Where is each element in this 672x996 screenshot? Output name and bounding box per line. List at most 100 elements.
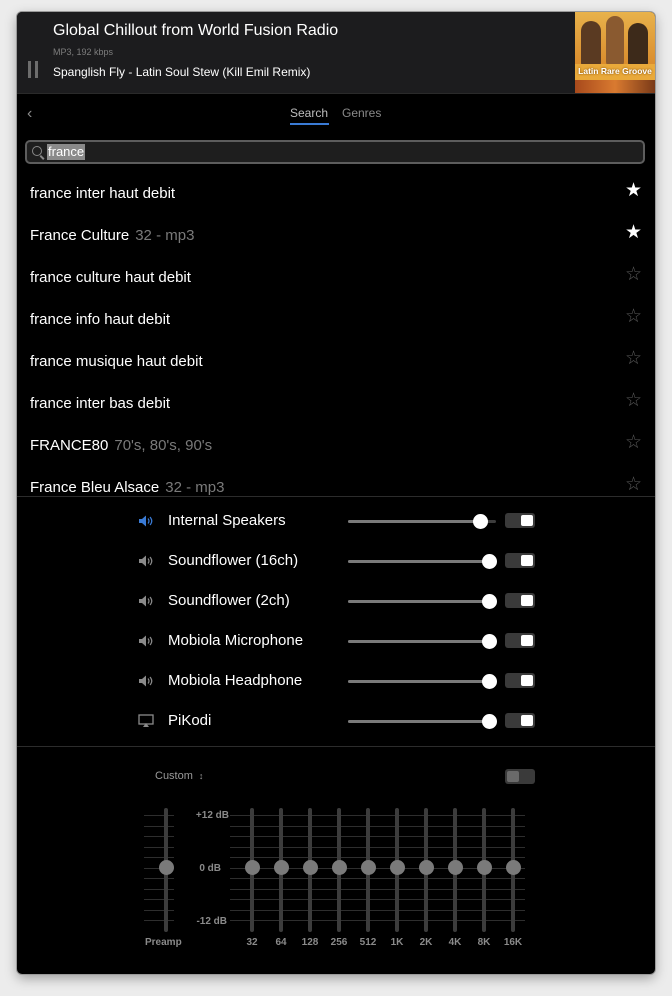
eq-band-label: 64: [275, 937, 287, 948]
eq-band-knob[interactable]: [273, 860, 289, 875]
volume-slider[interactable]: [348, 674, 497, 689]
speaker-icon: [138, 674, 154, 688]
list-item[interactable]: France Bleu Alsace 32 - mp3 ☆: [17, 466, 655, 497]
station-name-text: France Culture: [30, 227, 130, 244]
list-item[interactable]: france inter haut debit ★: [17, 172, 655, 214]
star-filled-icon[interactable]: ★: [625, 181, 642, 201]
eq-band-knob[interactable]: [331, 860, 347, 875]
output-device-row: Soundflower (16ch): [17, 542, 655, 582]
star-outline-icon[interactable]: ☆: [625, 265, 642, 285]
speaker-icon: [138, 594, 154, 608]
updown-chevron-icon: ↕: [198, 771, 204, 781]
list-item[interactable]: France Culture 32 - mp3 ★: [17, 214, 655, 256]
device-enable-toggle[interactable]: [505, 593, 535, 608]
station-name-text: france musique haut debit: [30, 353, 203, 370]
device-enable-toggle[interactable]: [505, 673, 535, 688]
station-detail: 70's, 80's, 90's: [114, 437, 213, 454]
preamp-knob[interactable]: [159, 860, 174, 875]
eq-band-knob[interactable]: [360, 860, 376, 875]
eq-band-knob[interactable]: [389, 860, 405, 875]
list-item[interactable]: FRANCE80 70's, 80's, 90's ☆: [17, 424, 655, 466]
volume-slider[interactable]: [348, 514, 496, 529]
volume-slider-knob[interactable]: [481, 714, 497, 729]
station-title: Global Chillout from World Fusion Radio: [53, 22, 339, 39]
search-input[interactable]: france: [25, 140, 645, 164]
device-name: Soundflower (2ch): [168, 592, 290, 609]
list-item[interactable]: france inter bas debit ☆: [17, 382, 655, 424]
volume-slider[interactable]: [348, 714, 497, 729]
station-name: france inter haut debit: [30, 185, 175, 202]
eq-preset-label: Custom: [155, 770, 193, 782]
eq-band-label: 32: [246, 937, 258, 948]
station-list: france inter haut debit ★ France Culture 32…: [17, 172, 655, 497]
device-name: Internal Speakers: [168, 512, 286, 529]
output-device-row: Mobiola Headphone: [17, 662, 655, 702]
eq-band-knob[interactable]: [505, 860, 521, 875]
eq-band-label: 128: [301, 937, 319, 948]
volume-slider-knob[interactable]: [481, 674, 497, 689]
eq-band-knob[interactable]: [476, 860, 492, 875]
station-name-text: france inter haut debit: [30, 185, 176, 202]
volume-slider-knob[interactable]: [481, 594, 497, 609]
star-outline-icon[interactable]: ☆: [625, 349, 642, 369]
star-filled-icon[interactable]: ★: [625, 223, 642, 243]
eq-enable-toggle[interactable]: [505, 769, 535, 784]
divider: [17, 746, 655, 747]
album-art: Latin Rare Groove: [575, 12, 655, 93]
station-name-text: FRANCE80: [30, 437, 109, 454]
list-item[interactable]: france info haut debit ☆: [17, 298, 655, 340]
album-art-text: Latin Rare Groove: [578, 66, 652, 76]
speaker-icon: [138, 514, 154, 528]
eq-db-label-min: -12 dB: [196, 916, 227, 927]
stream-format: MP3, 192 kbps: [53, 47, 114, 57]
divider: [17, 496, 655, 497]
eq-band-label: 16K: [503, 937, 523, 948]
device-enable-toggle[interactable]: [505, 513, 535, 528]
output-device-row: Internal Speakers: [17, 502, 655, 542]
station-name: france musique haut debit: [30, 353, 203, 370]
eq-band-knob[interactable]: [418, 860, 434, 875]
eq-band-label: 8K: [477, 937, 491, 948]
tab-genres[interactable]: Genres: [342, 106, 381, 120]
output-device-row: Mobiola Microphone: [17, 622, 655, 662]
device-name: PiKodi: [168, 712, 212, 729]
device-enable-toggle[interactable]: [505, 713, 535, 728]
list-item[interactable]: france musique haut debit ☆: [17, 340, 655, 382]
eq-band-label: 256: [330, 937, 348, 948]
star-outline-icon[interactable]: ☆: [625, 433, 642, 453]
station-name-text: france culture haut debit: [30, 269, 191, 286]
device-name: Mobiola Headphone: [168, 672, 303, 689]
station-name: France Bleu Alsace 32 - mp3: [30, 479, 224, 496]
eq-band-knob[interactable]: [244, 860, 260, 875]
output-device-row: Soundflower (2ch): [17, 582, 655, 622]
eq-band-knob[interactable]: [302, 860, 318, 875]
track-title: Spanglish Fly - Latin Soul Stew (Kill Em…: [53, 65, 311, 79]
app-window: Global Chillout from World Fusion Radio …: [17, 12, 655, 974]
volume-slider[interactable]: [348, 634, 497, 649]
volume-slider-knob[interactable]: [481, 554, 497, 569]
eq-band-label: 1K: [390, 937, 404, 948]
preamp-label: Preamp: [145, 937, 182, 948]
back-chevron-icon[interactable]: ‹: [27, 105, 32, 123]
volume-slider-knob[interactable]: [481, 634, 497, 649]
pause-icon[interactable]: [28, 61, 39, 78]
device-enable-toggle[interactable]: [505, 633, 535, 648]
star-outline-icon[interactable]: ☆: [625, 391, 642, 411]
search-query[interactable]: france: [47, 144, 86, 160]
volume-slider[interactable]: [348, 554, 497, 569]
list-item[interactable]: france culture haut debit ☆: [17, 256, 655, 298]
eq-band-label: 512: [359, 937, 377, 948]
tab-search[interactable]: Search: [290, 106, 328, 120]
star-outline-icon[interactable]: ☆: [625, 475, 642, 495]
volume-slider-knob[interactable]: [472, 514, 488, 529]
device-enable-toggle[interactable]: [505, 553, 535, 568]
eq-band-knob[interactable]: [447, 860, 463, 875]
search-icon: [32, 146, 42, 156]
volume-slider[interactable]: [348, 594, 497, 609]
eq-band-label: 4K: [448, 937, 462, 948]
speaker-icon: [138, 634, 154, 648]
eq-preset-select[interactable]: Custom ↕: [155, 770, 203, 782]
device-name: Mobiola Microphone: [168, 632, 304, 649]
star-outline-icon[interactable]: ☆: [625, 307, 642, 327]
speaker-icon: [138, 554, 154, 568]
